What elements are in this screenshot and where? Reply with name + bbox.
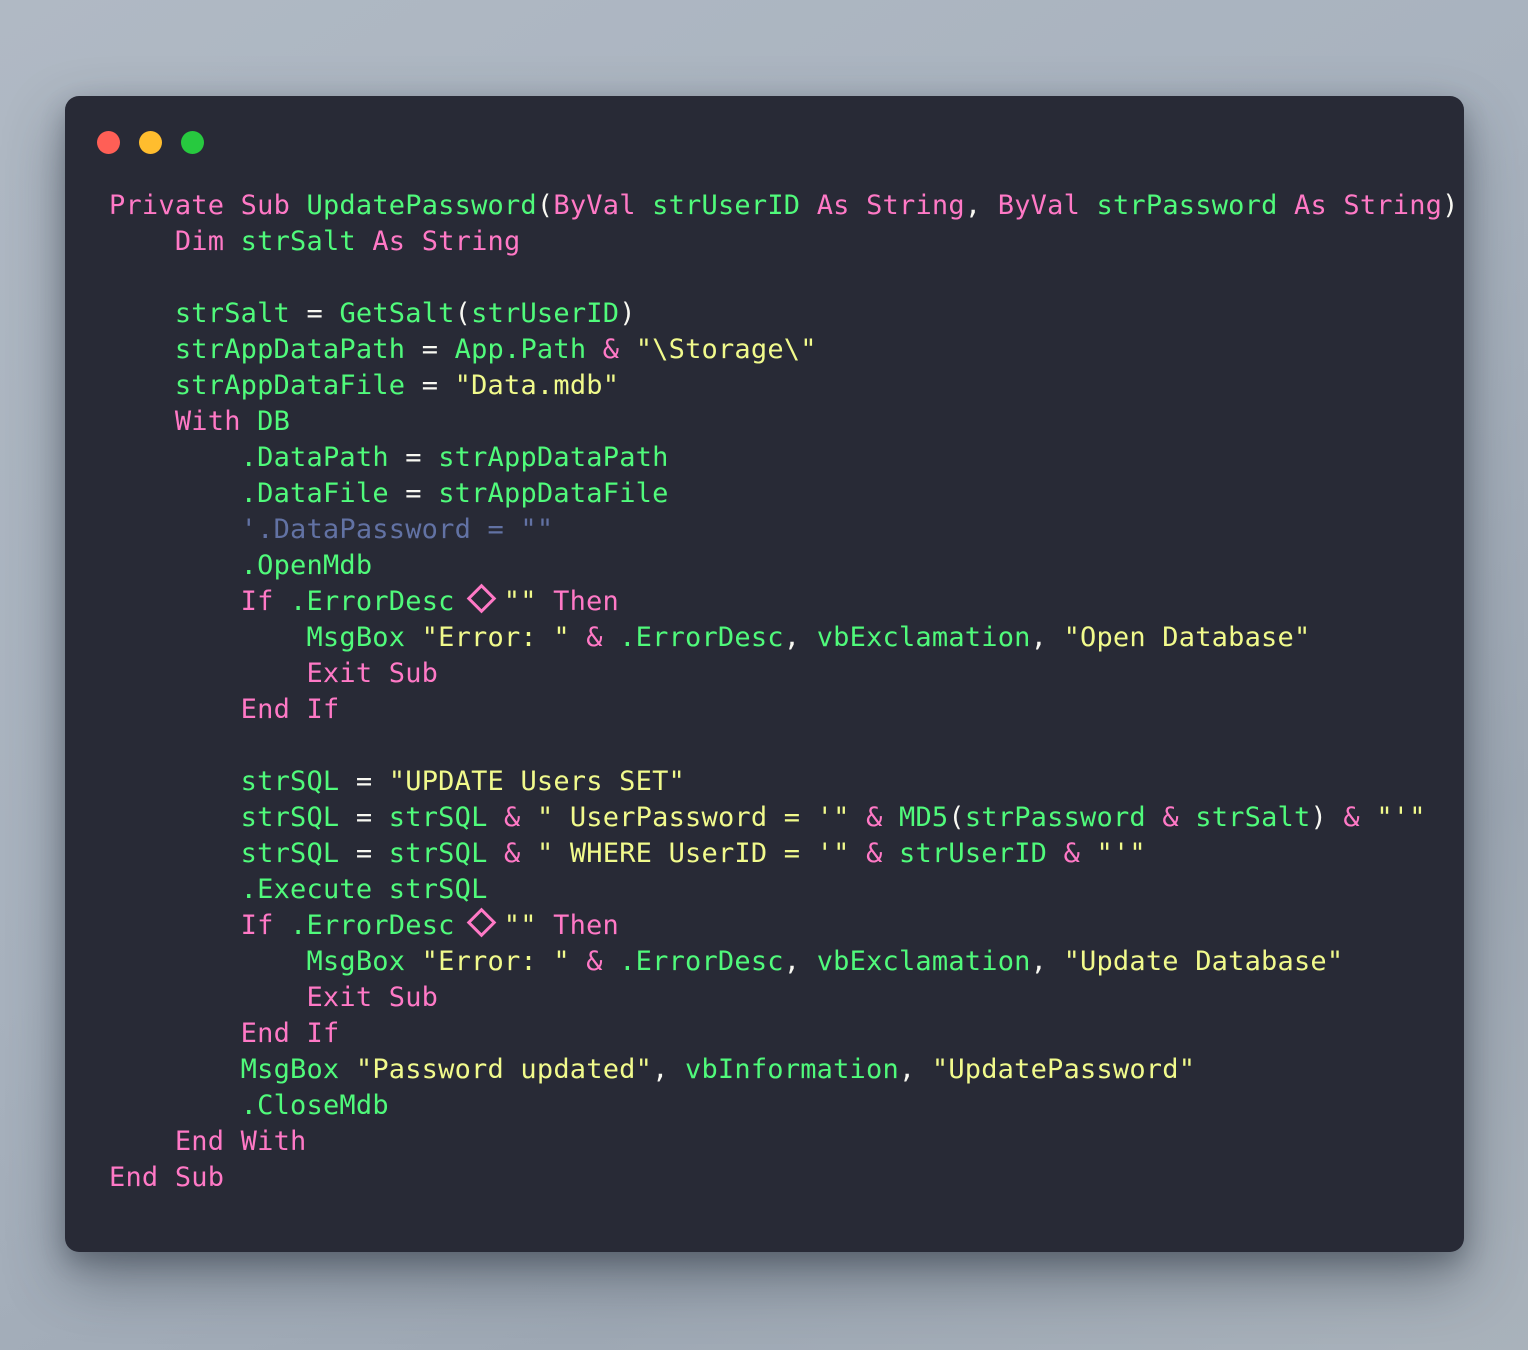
- code-line: Exit Sub: [306, 658, 439, 689]
- code-line: .OpenMdb: [240, 550, 373, 581]
- code-block[interactable]: Private Sub UpdatePassword(ByVal strUser…: [109, 188, 1464, 1196]
- code-window: Private Sub UpdatePassword(ByVal strUser…: [65, 96, 1464, 1252]
- code-line: End If: [240, 1018, 340, 1049]
- close-window-button[interactable]: [97, 130, 120, 154]
- code-line: .DataFile = strAppDataFile: [240, 478, 669, 509]
- code-line: strAppDataPath = App.Path & "\Storage\": [174, 334, 817, 365]
- code-line: MsgBox "Error: " & .ErrorDesc, vbExclama…: [306, 622, 1311, 653]
- maximize-window-button[interactable]: [181, 130, 204, 154]
- code-line: strSQL = strSQL & " WHERE UserID = '" & …: [240, 838, 1146, 869]
- code-editor-area[interactable]: Private Sub UpdatePassword(ByVal strUser…: [65, 188, 1464, 1252]
- code-line: MsgBox "Password updated", vbInformation…: [240, 1054, 1196, 1085]
- code-line: If .ErrorDesc "" Then: [240, 910, 619, 941]
- code-line: Exit Sub: [306, 982, 439, 1013]
- code-line: End If: [240, 694, 340, 725]
- code-line: Dim strSalt As String: [174, 226, 521, 257]
- code-line: strSQL = strSQL & " UserPassword = '" & …: [240, 802, 1426, 833]
- code-line: strAppDataFile = "Data.mdb": [174, 370, 620, 401]
- code-line: Private Sub UpdatePassword(ByVal strUser…: [109, 190, 1459, 221]
- code-line: .DataPath = strAppDataPath: [240, 442, 669, 473]
- code-line: strSQL = "UPDATE Users SET": [240, 766, 685, 797]
- screenshot-stage: Private Sub UpdatePassword(ByVal strUser…: [0, 0, 1528, 1350]
- code-line: .Execute strSQL: [240, 874, 488, 905]
- minimize-window-button[interactable]: [139, 130, 162, 154]
- code-line: .CloseMdb: [240, 1090, 389, 1121]
- code-line: MsgBox "Error: " & .ErrorDesc, vbExclama…: [306, 946, 1344, 977]
- code-line: '.DataPassword = "": [240, 514, 554, 545]
- window-titlebar[interactable]: [65, 96, 1464, 188]
- code-line: strSalt = GetSalt(strUserID): [174, 298, 636, 329]
- code-line: End Sub: [109, 1162, 225, 1193]
- code-line: With DB: [174, 406, 291, 437]
- code-line: End With: [174, 1126, 307, 1157]
- code-line: If .ErrorDesc "" Then: [240, 586, 619, 617]
